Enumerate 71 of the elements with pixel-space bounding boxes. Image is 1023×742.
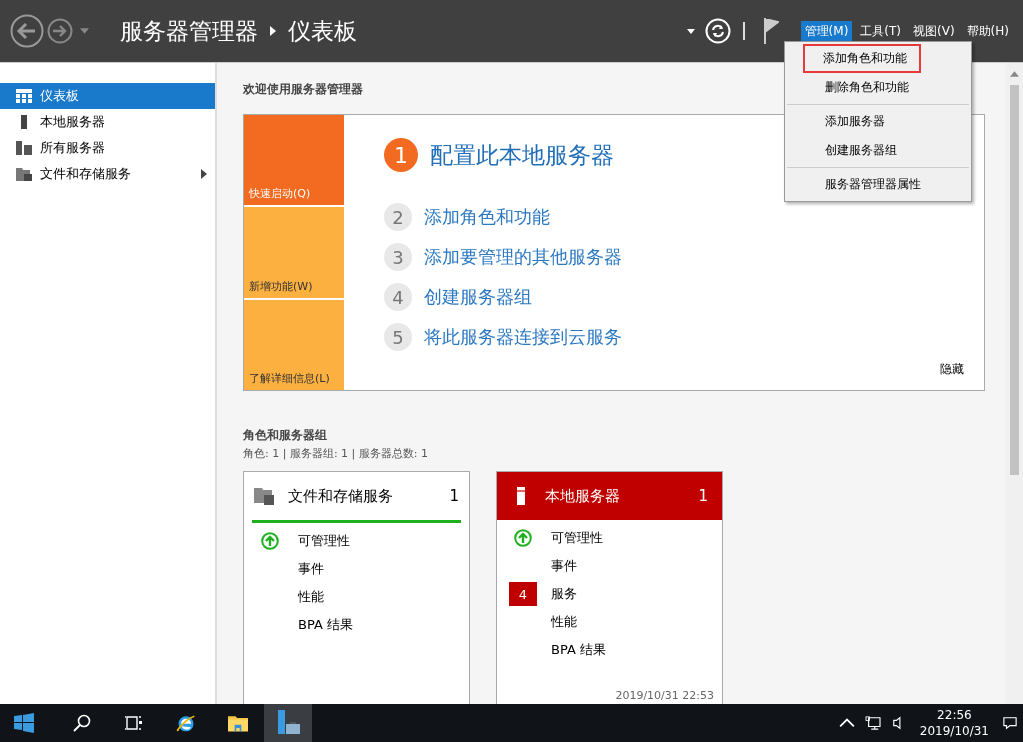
summary-text: 角色: 1 | 服务器组: 1 | 服务器总数: 1 <box>243 446 428 461</box>
search-icon[interactable] <box>72 713 92 733</box>
step-link[interactable]: 配置此本地服务器 <box>430 139 614 171</box>
sidebar-item[interactable]: 本地服务器 <box>0 109 215 135</box>
status-link[interactable]: BPA 结果 <box>551 641 606 659</box>
card-header[interactable]: 本地服务器 1 <box>497 472 722 520</box>
menu-item[interactable]: 帮助(H) <box>962 20 1013 42</box>
step-link[interactable]: 添加角色和功能 <box>424 205 550 229</box>
status-link[interactable]: 可管理性 <box>551 529 603 547</box>
tile-tab[interactable]: 了解详细信息(L) <box>244 299 344 390</box>
status-link[interactable]: 可管理性 <box>298 532 350 550</box>
scrollbar[interactable] <box>1005 63 1023 704</box>
folder-icon[interactable] <box>228 713 248 733</box>
step-number: 2 <box>384 203 412 231</box>
dropdown-icon[interactable] <box>686 28 695 34</box>
flag-icon[interactable] <box>762 18 779 44</box>
sidebar-item[interactable]: 文件和存储服务 <box>0 161 215 187</box>
scroll-thumb[interactable] <box>1009 85 1019 475</box>
browser-icon[interactable] <box>176 713 196 733</box>
section-title: 欢迎使用服务器管理器 <box>243 81 363 98</box>
grid-icon <box>16 89 32 103</box>
notification-icon[interactable] <box>1002 716 1018 730</box>
step-link[interactable]: 将此服务器连接到云服务 <box>424 325 622 349</box>
tile-tab[interactable]: 新增功能(W) <box>244 207 344 298</box>
up-arrow-icon <box>261 532 279 550</box>
menu-option[interactable]: 添加服务器 <box>787 107 969 136</box>
menu-item[interactable]: 工具(T) <box>856 20 906 42</box>
sidebar-item[interactable]: 仪表板 <box>0 83 215 109</box>
folder-icon <box>16 167 32 181</box>
folder-icon <box>254 487 274 505</box>
step-number: 3 <box>384 243 412 271</box>
menu-option[interactable]: 创建服务器组 <box>787 136 969 165</box>
forward-icon[interactable] <box>47 18 73 44</box>
menu-option[interactable]: 添加角色和功能 <box>803 44 921 73</box>
card-header[interactable]: 文件和存储服务 1 <box>252 472 461 523</box>
menu-option[interactable]: 服务器管理器属性 <box>787 170 969 199</box>
sidebar-item[interactable]: 所有服务器 <box>0 135 215 161</box>
scroll-up-icon[interactable] <box>1009 71 1019 77</box>
servers-icon <box>16 141 32 155</box>
hide-link[interactable]: 隐藏 <box>940 361 964 378</box>
back-icon[interactable] <box>10 14 44 48</box>
refresh-icon[interactable] <box>704 18 731 44</box>
section-title: 角色和服务器组 <box>243 427 327 444</box>
network-icon[interactable] <box>864 716 881 730</box>
windows-icon[interactable] <box>14 713 34 733</box>
task-view-icon[interactable] <box>124 713 144 733</box>
chevron-up-icon[interactable] <box>838 716 855 730</box>
page-title: 仪表板 <box>288 16 357 46</box>
clock-time[interactable]: 22:56 <box>937 707 972 723</box>
up-arrow-icon <box>514 529 532 547</box>
expand-icon[interactable] <box>201 169 207 179</box>
step-link[interactable]: 添加要管理的其他服务器 <box>424 245 622 269</box>
status-link[interactable]: 服务 <box>551 585 577 603</box>
menu-item[interactable]: 管理(M) <box>800 20 853 42</box>
timestamp: 2019/10/31 22:53 <box>615 689 714 702</box>
app-title: 服务器管理器 <box>120 16 258 46</box>
menu-option[interactable]: 删除角色和功能 <box>787 73 969 102</box>
server-manager-icon[interactable] <box>264 704 312 742</box>
step-number: 4 <box>384 283 412 311</box>
chevron-icon <box>270 26 276 36</box>
status-link[interactable]: 事件 <box>551 557 577 575</box>
status-link[interactable]: 性能 <box>298 588 324 606</box>
status-link[interactable]: 性能 <box>551 613 577 631</box>
step-link[interactable]: 创建服务器组 <box>424 285 532 309</box>
clock-date[interactable]: 2019/10/31 <box>919 723 989 739</box>
step-number: 5 <box>384 323 412 351</box>
status-link[interactable]: BPA 结果 <box>298 616 353 634</box>
menu-item[interactable]: 视图(V) <box>909 20 959 42</box>
count-badge: 4 <box>509 582 537 606</box>
status-link[interactable]: 事件 <box>298 560 324 578</box>
step-number: 1 <box>384 138 418 172</box>
